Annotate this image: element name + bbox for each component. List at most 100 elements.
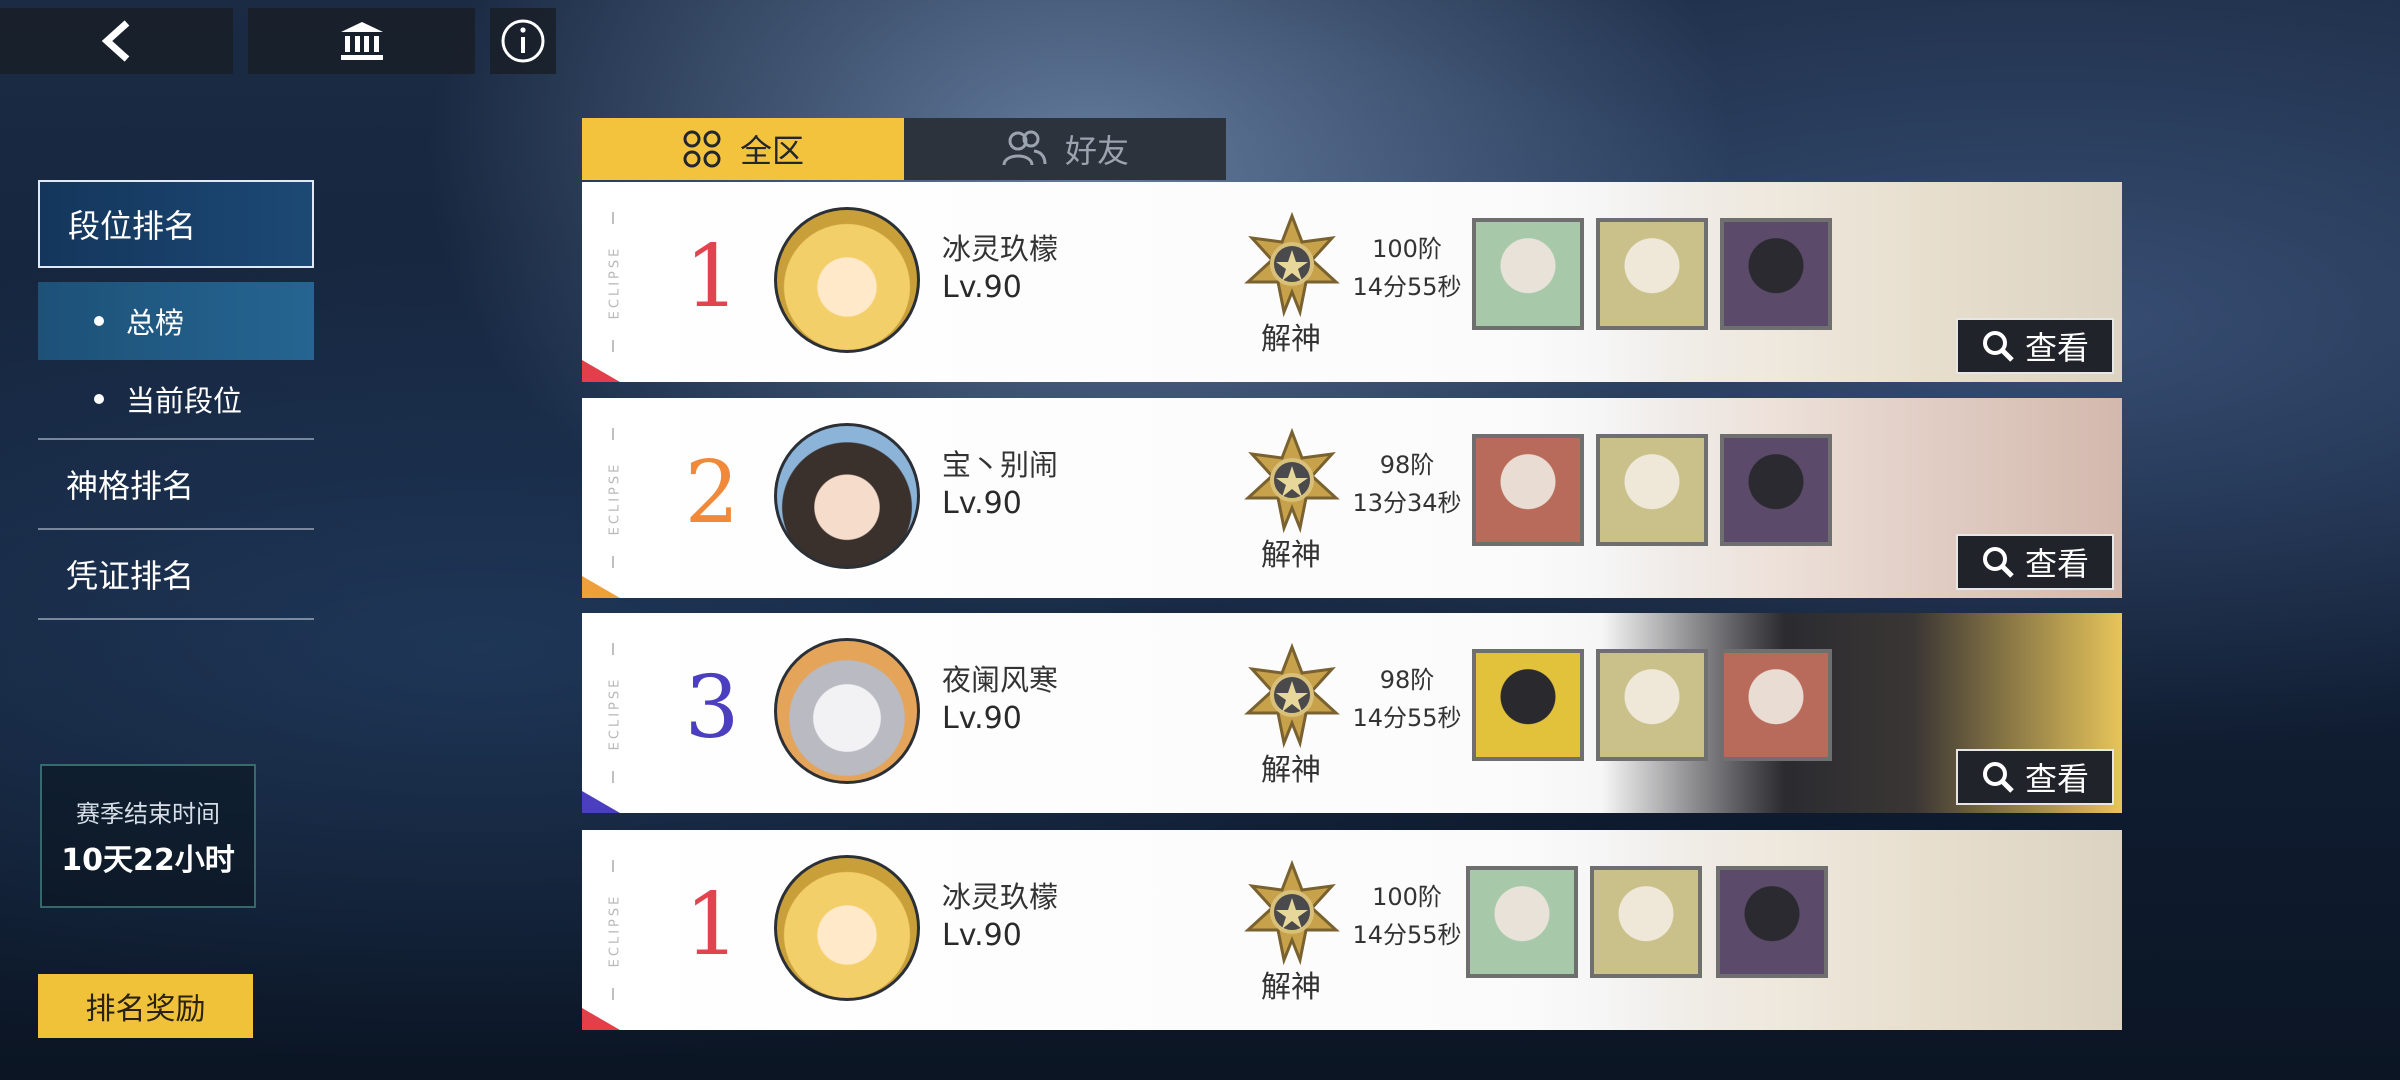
eclipse-text: ECLIPSE [607,676,623,750]
rank-number: 1 [684,875,740,975]
eclipse-watermark: ECLIPSE [604,633,626,793]
player-avatar[interactable] [774,423,920,569]
team-member-portrait[interactable] [1472,434,1584,546]
player-name: 冰灵玖檬 [942,880,1059,914]
magnifier-icon [1982,762,2014,793]
player-level: Lv.90 [942,918,1022,953]
player-avatar[interactable] [774,638,920,784]
tab-label: 好友 [1064,132,1129,170]
home-button[interactable] [248,8,475,74]
player-level: Lv.90 [942,701,1022,736]
stage-level: 100阶 [1372,235,1442,263]
bullet-icon [94,316,104,326]
nav-label: 当前段位 [126,384,243,418]
rank-number: 1 [684,227,740,327]
stage-info: 100阶 14分55秒 [1342,878,1472,954]
magnifier-icon [1982,547,2014,578]
player-name: 宝丶别闹 [942,448,1059,482]
view-button[interactable]: 查看 [1956,318,2114,374]
rank-number: 3 [684,658,740,758]
view-label: 查看 [2024,545,2089,583]
nav-credential-ranking[interactable]: 凭证排名 [38,530,314,618]
clear-time: 14分55秒 [1352,273,1462,301]
stage-info: 98阶 13分34秒 [1342,446,1472,522]
team-member-portrait[interactable] [1472,649,1584,761]
team-member-portrait[interactable] [1466,866,1578,978]
player-name: 冰灵玖檬 [942,232,1059,266]
nav-overall[interactable]: 总榜 [38,282,314,360]
nav-label: 神格排名 [66,467,195,505]
team-member-portrait[interactable] [1720,434,1832,546]
tier-medal-icon [1244,428,1340,534]
team-member-portrait[interactable] [1472,218,1584,330]
ranking-row: ECLIPSE 2 宝丶别闹 Lv.90 解神 98阶 13分34秒 查看 [582,398,2122,598]
season-value: 10天22小时 [61,842,235,878]
ranking-row: ECLIPSE 1 冰灵玖檬 Lv.90 解神 100阶 14分55秒 查看 [582,182,2122,382]
team-member-portrait[interactable] [1720,218,1832,330]
tier-name: 解神 [1261,970,1321,1005]
season-timer: 赛季结束时间 10天22小时 [40,764,256,908]
nav-label: 凭证排名 [66,557,195,595]
stage-info: 100阶 14分55秒 [1342,230,1472,306]
nav-label: 总榜 [126,306,185,340]
view-button[interactable]: 查看 [1956,534,2114,590]
info-button[interactable] [490,8,556,74]
grid-icon [683,130,721,168]
tab-all-server[interactable]: 全区 [582,118,904,180]
view-label: 查看 [2024,760,2089,798]
nav-godhood-ranking[interactable]: 神格排名 [38,440,314,528]
eclipse-text: ECLIPSE [607,461,623,535]
eclipse-watermark: ECLIPSE [604,418,626,578]
rank-corner-marker [582,360,620,382]
rank-corner-marker [582,576,620,598]
chevron-left-icon [101,20,129,62]
tier-name: 解神 [1261,538,1321,573]
stage-level: 98阶 [1379,666,1435,694]
team-member-portrait[interactable] [1590,866,1702,978]
eclipse-text: ECLIPSE [607,245,623,319]
tier-medal-icon [1244,212,1340,318]
ranking-row: ECLIPSE 1 冰灵玖檬 Lv.90 解神 100阶 14分55秒 [582,830,2122,1030]
tier-medal-icon [1244,643,1340,749]
view-label: 查看 [2024,329,2089,367]
team-member-portrait[interactable] [1716,866,1828,978]
eclipse-watermark: ECLIPSE [604,850,626,1010]
team-member-portrait[interactable] [1720,649,1832,761]
player-level: Lv.90 [942,486,1022,521]
tab-label: 全区 [739,132,804,170]
friends-icon [1002,130,1047,166]
rank-corner-marker [582,791,620,813]
bullet-icon [94,394,104,404]
player-level: Lv.90 [942,270,1022,305]
stage-info: 98阶 14分55秒 [1342,661,1472,737]
tier-medal-icon [1244,860,1340,966]
player-avatar[interactable] [774,207,920,353]
rank-number: 2 [684,443,740,543]
team-member-portrait[interactable] [1596,434,1708,546]
clear-time: 13分34秒 [1352,489,1462,517]
stage-level: 98阶 [1379,451,1435,479]
rank-corner-marker [582,1008,620,1030]
divider [38,618,314,620]
tab-friends[interactable]: 好友 [904,118,1226,180]
view-button[interactable]: 查看 [1956,749,2114,805]
nav-current-tier[interactable]: 当前段位 [38,360,314,438]
eclipse-watermark: ECLIPSE [604,202,626,362]
ranking-row: ECLIPSE 3 夜阑风寒 Lv.90 解神 98阶 14分55秒 查看 [582,613,2122,813]
back-button[interactable] [0,8,233,74]
magnifier-icon [1982,331,2014,362]
tier-name: 解神 [1261,753,1321,788]
ranking-reward-button[interactable]: 排名奖励 [38,974,253,1038]
player-name: 夜阑风寒 [942,663,1059,697]
nav-label: 段位排名 [68,207,197,245]
clear-time: 14分55秒 [1352,704,1462,732]
team-member-portrait[interactable] [1596,218,1708,330]
season-label: 赛季结束时间 [76,799,220,828]
player-avatar[interactable] [774,855,920,1001]
eclipse-text: ECLIPSE [607,893,623,967]
nav-tier-ranking[interactable]: 段位排名 [38,180,314,268]
info-icon [501,19,545,63]
tier-name: 解神 [1261,322,1321,357]
team-member-portrait[interactable] [1596,649,1708,761]
bank-icon [340,22,383,60]
